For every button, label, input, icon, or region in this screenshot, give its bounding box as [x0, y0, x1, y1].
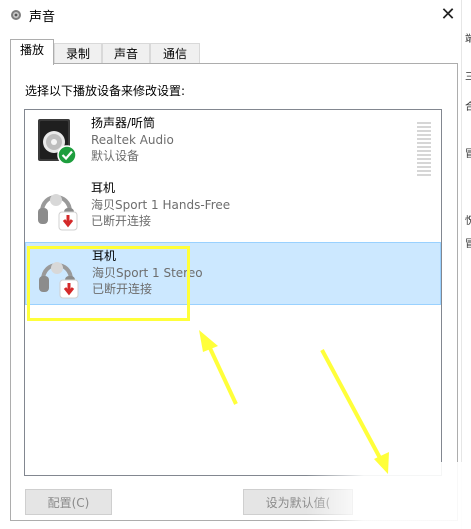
device-status: 默认设备: [91, 149, 140, 163]
disconnected-icon: [58, 211, 78, 231]
background-text: 三: [465, 72, 471, 83]
tab-playback[interactable]: 播放: [10, 39, 54, 65]
background-text: 冒: [465, 149, 471, 160]
device-name: 耳机: [91, 181, 116, 195]
device-headphones-handsfree[interactable]: 耳机 海贝Sport 1 Hands-Free 已断开连接: [25, 175, 441, 238]
background-text: 端: [465, 34, 471, 45]
tab-sounds[interactable]: 声音: [102, 43, 150, 64]
watermark-fade: [306, 462, 471, 529]
configure-button[interactable]: 配置(C): [25, 489, 112, 515]
device-status: 已断开连接: [91, 214, 152, 228]
sound-app-icon: [11, 10, 21, 20]
close-icon: ✕: [440, 4, 456, 25]
close-button[interactable]: ✕: [437, 4, 459, 26]
volume-meter: [417, 122, 431, 180]
background-text: 冒: [465, 239, 471, 250]
device-driver: 海贝Sport 1 Hands-Free: [91, 197, 231, 212]
device-speakers[interactable]: 扬声器/听筒 Realtek Audio 默认设备: [25, 110, 441, 176]
background-window-edge: 端 三 合 冒 怳 冒: [461, 0, 471, 529]
check-icon: [57, 145, 77, 165]
window-title: 声音: [29, 10, 56, 25]
title-bar: 声音 ✕: [0, 0, 471, 30]
background-text: 合: [465, 102, 471, 113]
tab-communications[interactable]: 通信: [150, 43, 200, 64]
tab-recording[interactable]: 录制: [54, 43, 102, 64]
annotation-highlight-box: [27, 246, 190, 321]
background-text: 怳: [465, 216, 471, 227]
device-name: 扬声器/听筒: [91, 116, 156, 130]
headphones-icon: [38, 194, 78, 231]
device-driver: Realtek Audio: [91, 132, 174, 147]
speaker-icon: [38, 119, 77, 165]
instruction-text: 选择以下播放设备来修改设置:: [25, 84, 186, 98]
